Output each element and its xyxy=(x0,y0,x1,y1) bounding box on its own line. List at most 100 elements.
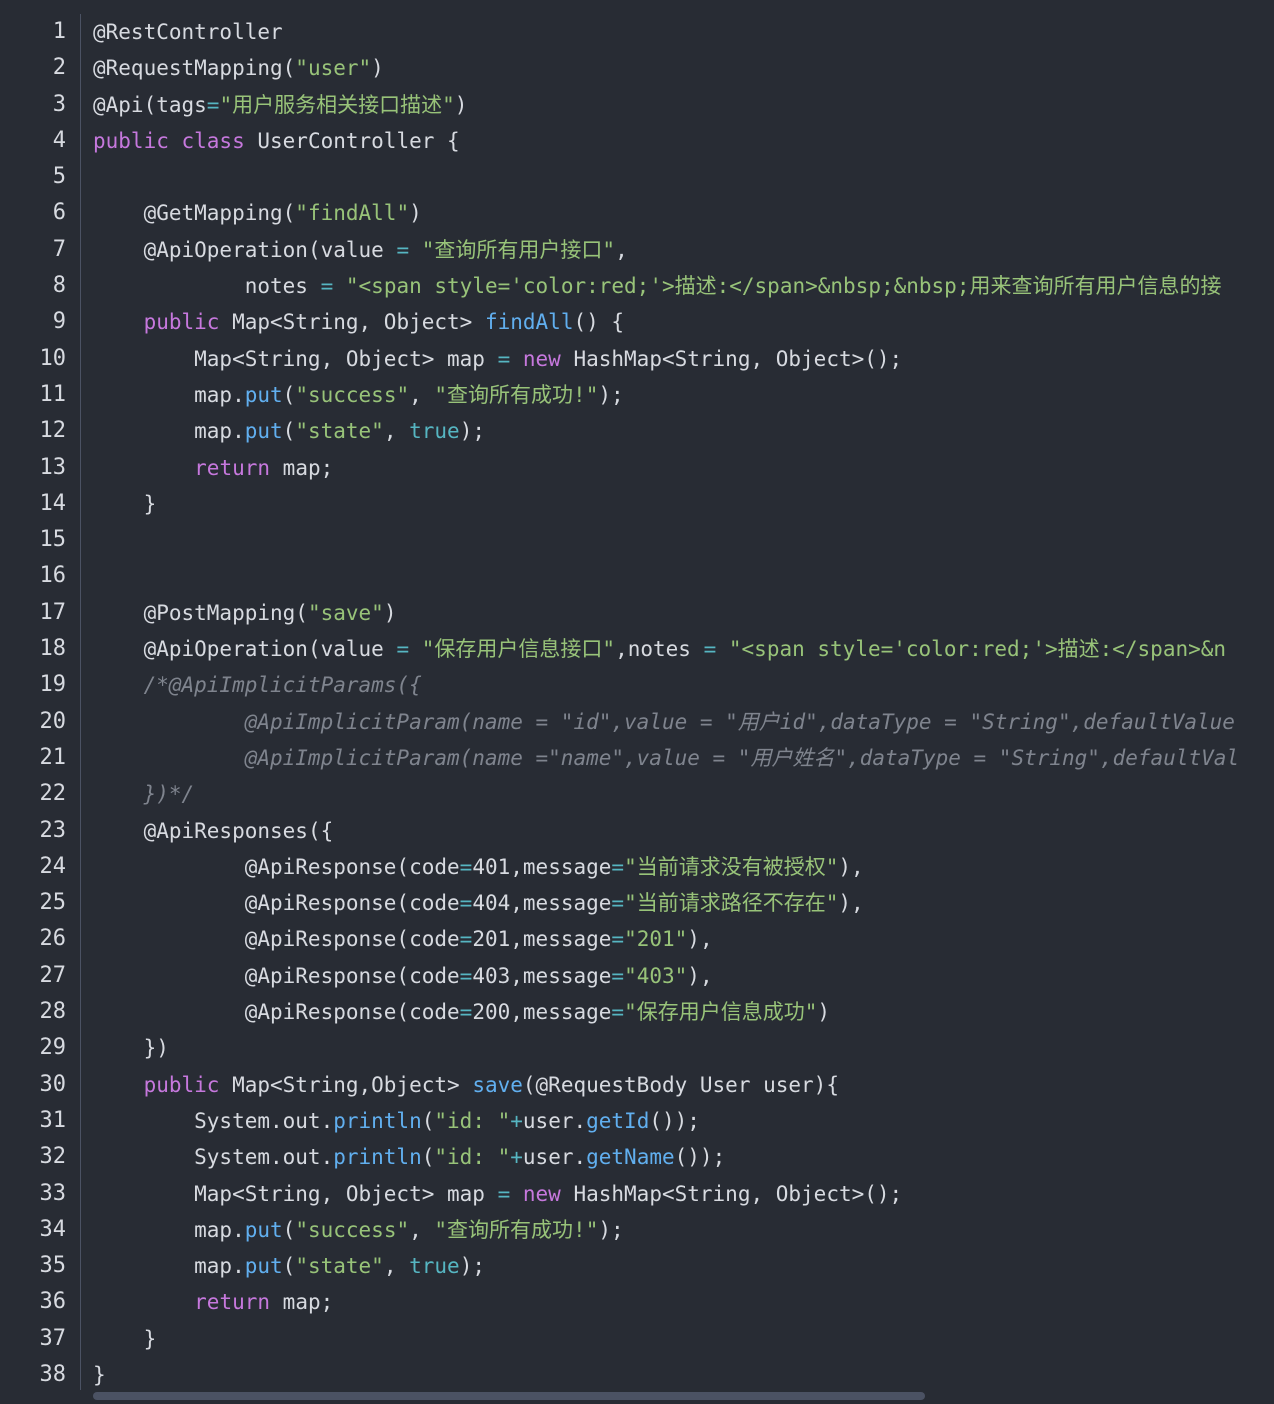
code-token: ()); xyxy=(674,1145,726,1170)
code-line[interactable]: map.put("success", "查询所有成功!"); xyxy=(93,1212,1249,1248)
code-token: println xyxy=(333,1108,422,1133)
code-token: @ApiResponse( xyxy=(244,1000,410,1025)
code-line[interactable]: @ApiOperation(value = "查询所有用户接口", xyxy=(93,232,1249,268)
code-line[interactable]: @Api(tags="用户服务相关接口描述") xyxy=(93,87,1249,123)
code-line[interactable]: @RequestMapping("user") xyxy=(93,50,1249,86)
code-token: map. xyxy=(93,419,245,444)
code-token: ()); xyxy=(649,1108,700,1133)
code-line[interactable]: return map; xyxy=(93,1284,1249,1320)
code-line[interactable]: }) xyxy=(93,1030,1249,1066)
code-token: "当前请求没有被授权" xyxy=(624,854,839,879)
code-token: value xyxy=(320,637,397,662)
code-line[interactable]: public Map<String, Object> findAll() { xyxy=(93,304,1249,340)
code-token: () { xyxy=(573,310,625,335)
code-line[interactable]: notes = "<span style='color:red;'>描述:</s… xyxy=(93,268,1249,304)
code-line[interactable]: } xyxy=(93,1357,1249,1393)
code-line[interactable]: } xyxy=(93,486,1249,522)
code-editor[interactable]: 1 2 3 4 5 6 7 8 9 10 11 12 13 14 15 16 17 18 19 20 21 22 23 24 2… xyxy=(0,0,1274,1404)
code-token: = xyxy=(206,92,220,117)
code-token: ), xyxy=(838,854,864,879)
code-line[interactable]: Map<String, Object> map = new HashMap<St… xyxy=(93,341,1249,377)
code-token: @ApiImplicitParam(name ="name",value = "… xyxy=(244,745,1240,770)
code-token: ,message xyxy=(510,963,612,988)
line-number-gutter: 1 2 3 4 5 6 7 8 9 10 11 12 13 14 15 16 17 18 19 20 21 22 23 24 2… xyxy=(0,14,76,1393)
code-token: true xyxy=(409,1254,460,1279)
code-line[interactable]: @ApiImplicitParam(name = "id",value = "用… xyxy=(93,704,1249,740)
code-line[interactable]: map.put("success", "查询所有成功!"); xyxy=(93,377,1249,413)
line-number: 31 xyxy=(39,1107,67,1133)
line-number: 20 xyxy=(39,708,67,734)
code-token: , xyxy=(409,1217,435,1242)
code-line[interactable]: @GetMapping("findAll") xyxy=(93,195,1249,231)
code-token: Map<String, Object> map xyxy=(93,1181,498,1206)
code-line[interactable]: @ApiResponse(code=401,message="当前请求没有被授权… xyxy=(93,849,1249,885)
line-number: 33 xyxy=(39,1180,67,1206)
code-token: true xyxy=(409,419,460,444)
code-line[interactable]: @ApiResponses({ xyxy=(93,813,1249,849)
code-token: HashMap<String, Object>(); xyxy=(573,346,903,371)
code-token: = xyxy=(459,1000,473,1025)
line-number: 23 xyxy=(39,817,67,843)
code-token: ,notes xyxy=(615,637,704,662)
code-token: ( xyxy=(282,382,296,407)
code-token: map. xyxy=(93,1254,245,1279)
code-line[interactable]: @ApiResponse(code=404,message="当前请求路径不存在… xyxy=(93,885,1249,921)
code-token: "用户服务相关接口描述" xyxy=(219,92,455,117)
line-number: 11 xyxy=(39,381,67,407)
code-line[interactable]: public Map<String,Object> save(@RequestB… xyxy=(93,1067,1249,1103)
code-line[interactable]: @ApiImplicitParam(name ="name",value = "… xyxy=(93,740,1249,776)
code-line[interactable]: System.out.println("id: "+user.getId()); xyxy=(93,1103,1249,1139)
code-line[interactable]: @PostMapping("save") xyxy=(93,595,1249,631)
code-line[interactable]: @ApiOperation(value = "保存用户信息接口",notes =… xyxy=(93,631,1249,667)
code-line[interactable]: /*@ApiImplicitParams({ xyxy=(93,667,1249,703)
code-line[interactable]: public class UserController { xyxy=(93,123,1249,159)
code-line[interactable]: @ApiResponse(code=200,message="保存用户信息成功"… xyxy=(93,994,1249,1030)
code-line[interactable]: map.put("state", true); xyxy=(93,1248,1249,1284)
code-token: ), xyxy=(687,927,713,952)
code-token: + xyxy=(510,1145,523,1170)
code-line[interactable]: System.out.println("id: "+user.getName()… xyxy=(93,1139,1249,1175)
code-token: map. xyxy=(93,1217,245,1242)
code-token: = xyxy=(611,1000,625,1025)
code-line[interactable]: map.put("state", true); xyxy=(93,413,1249,449)
code-token: = xyxy=(396,637,410,662)
code-line[interactable]: @RestController xyxy=(93,14,1249,50)
horizontal-scrollbar[interactable] xyxy=(93,1392,925,1400)
code-line[interactable]: return map; xyxy=(93,450,1249,486)
code-token: Map<String, Object> map xyxy=(93,346,498,371)
line-number: 5 xyxy=(52,164,66,190)
code-token: "保存用户信息成功" xyxy=(624,1000,818,1025)
code-token: = xyxy=(611,854,625,879)
code-token: = xyxy=(459,963,473,988)
code-token: 201 xyxy=(472,927,511,952)
code-token: 401 xyxy=(472,854,511,879)
code-token: ,message xyxy=(510,891,612,916)
code-token: System.out. xyxy=(93,1145,334,1170)
code-token: ), xyxy=(838,891,864,916)
code-line[interactable]: ​ xyxy=(93,522,1249,558)
code-token: new xyxy=(522,346,574,371)
code-area[interactable]: @RestController @RequestMapping("user") @A… xyxy=(93,14,1249,1393)
code-token: System.out. xyxy=(93,1108,334,1133)
code-line[interactable]: } xyxy=(93,1321,1249,1357)
code-line[interactable]: ​ xyxy=(93,159,1249,195)
code-token: @GetMapping( xyxy=(143,201,296,226)
code-line[interactable]: Map<String, Object> map = new HashMap<St… xyxy=(93,1176,1249,1212)
code-line[interactable]: @ApiResponse(code=403,message="403"), xyxy=(93,958,1249,994)
code-line[interactable]: @ApiResponse(code=201,message="201"), xyxy=(93,921,1249,957)
code-token: HashMap<String, Object>(); xyxy=(573,1181,903,1206)
code-token: getId xyxy=(586,1108,650,1133)
code-line[interactable]: ​ xyxy=(93,558,1249,594)
code-line[interactable]: })*/ xyxy=(93,776,1249,812)
line-number: 27 xyxy=(39,962,67,988)
